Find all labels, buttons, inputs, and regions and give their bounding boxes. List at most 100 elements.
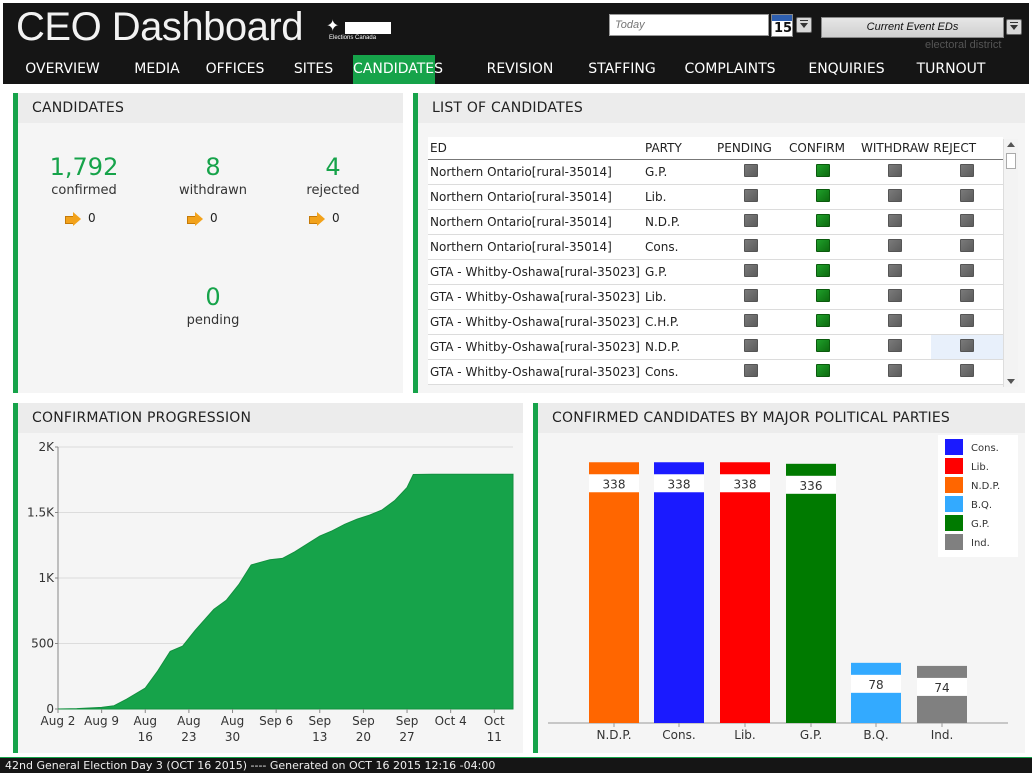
nav-complaints[interactable]: COMPLAINTS xyxy=(675,55,785,84)
table-row[interactable]: GTA - Whitby-Oshawa[rural-35023] N.D.P. xyxy=(428,334,1004,360)
confirm-cell[interactable] xyxy=(787,184,859,210)
confirm-status-icon[interactable] xyxy=(816,288,830,302)
pending-cell[interactable] xyxy=(715,284,787,310)
nav-overview[interactable]: OVERVIEW xyxy=(11,55,114,84)
reject-cell[interactable] xyxy=(931,359,1004,385)
confirm-cell[interactable] xyxy=(787,159,859,185)
scroll-thumb[interactable] xyxy=(1006,153,1016,169)
reject-cell[interactable] xyxy=(931,334,1004,360)
table-row[interactable]: GTA - Whitby-Oshawa[rural-35023] C.H.P. xyxy=(428,309,1004,335)
withdraw-status-icon[interactable] xyxy=(888,313,903,327)
nav-candidates[interactable]: CANDIDATES xyxy=(353,55,443,84)
reject-cell[interactable] xyxy=(931,309,1004,335)
confirm-status-icon[interactable] xyxy=(816,163,830,177)
pending-cell[interactable] xyxy=(715,334,787,360)
reject-cell[interactable] xyxy=(931,284,1004,310)
reject-cell[interactable] xyxy=(931,259,1004,285)
confirm-status-icon[interactable] xyxy=(816,313,830,327)
withdraw-cell[interactable] xyxy=(859,334,932,360)
confirm-cell[interactable] xyxy=(787,234,859,260)
withdraw-cell[interactable] xyxy=(859,234,932,260)
table-row[interactable]: Northern Ontario[rural-35014] Cons. xyxy=(428,234,1004,260)
column-header-pending[interactable]: PENDING xyxy=(715,137,787,160)
confirm-status-icon[interactable] xyxy=(816,263,830,277)
nav-sites[interactable]: SITES xyxy=(283,55,344,84)
withdraw-cell[interactable] xyxy=(859,159,932,185)
confirm-status-icon[interactable] xyxy=(816,188,830,202)
nav-enquiries[interactable]: ENQUIRIES xyxy=(798,55,895,84)
pending-status-icon[interactable] xyxy=(744,263,758,277)
pending-status-icon[interactable] xyxy=(744,163,758,177)
withdraw-cell[interactable] xyxy=(859,284,932,310)
reject-cell[interactable] xyxy=(931,209,1004,235)
pending-status-icon[interactable] xyxy=(744,338,758,352)
pending-status-icon[interactable] xyxy=(744,238,758,252)
pending-status-icon[interactable] xyxy=(744,313,758,327)
nav-offices[interactable]: OFFICES xyxy=(196,55,274,84)
pending-status-icon[interactable] xyxy=(744,288,758,302)
nav-staffing[interactable]: STAFFING xyxy=(576,55,668,84)
column-header-ed[interactable]: ED xyxy=(428,137,643,160)
withdraw-status-icon[interactable] xyxy=(888,363,903,377)
confirm-cell[interactable] xyxy=(787,284,859,310)
date-input[interactable] xyxy=(609,14,769,36)
reject-status-icon[interactable] xyxy=(960,363,975,377)
table-row[interactable]: GTA - Whitby-Oshawa[rural-35023] G.P. xyxy=(428,259,1004,285)
withdraw-status-icon[interactable] xyxy=(888,163,903,177)
withdraw-cell[interactable] xyxy=(859,309,932,335)
nav-revision[interactable]: REVISION xyxy=(473,55,567,84)
withdraw-status-icon[interactable] xyxy=(888,338,903,352)
pending-cell[interactable] xyxy=(715,359,787,385)
table-row[interactable]: Northern Ontario[rural-35014] N.D.P. xyxy=(428,209,1004,235)
column-header-party[interactable]: PARTY xyxy=(643,137,715,160)
reject-status-icon[interactable] xyxy=(960,313,975,327)
withdraw-cell[interactable] xyxy=(859,184,932,210)
scroll-down-icon[interactable] xyxy=(1007,379,1015,384)
column-header-withdraw[interactable]: WITHDRAW xyxy=(859,137,932,160)
reject-cell[interactable] xyxy=(931,159,1004,185)
confirm-status-icon[interactable] xyxy=(816,238,830,252)
reject-status-icon[interactable] xyxy=(960,338,975,352)
reject-cell[interactable] xyxy=(931,184,1004,210)
column-header-reject[interactable]: REJECT xyxy=(931,137,1004,160)
withdraw-status-icon[interactable] xyxy=(888,213,903,227)
withdraw-status-icon[interactable] xyxy=(888,263,903,277)
confirm-cell[interactable] xyxy=(787,259,859,285)
confirm-status-icon[interactable] xyxy=(816,363,830,377)
pending-cell[interactable] xyxy=(715,259,787,285)
pending-status-icon[interactable] xyxy=(744,188,758,202)
pending-cell[interactable] xyxy=(715,159,787,185)
event-dropdown-icon[interactable] xyxy=(1006,19,1022,35)
column-header-confirm[interactable]: CONFIRM xyxy=(787,137,859,160)
confirm-status-icon[interactable] xyxy=(816,213,830,227)
scroll-up-icon[interactable] xyxy=(1007,142,1015,147)
pending-cell[interactable] xyxy=(715,209,787,235)
confirm-status-icon[interactable] xyxy=(816,338,830,352)
reject-status-icon[interactable] xyxy=(960,288,975,302)
confirm-cell[interactable] xyxy=(787,209,859,235)
nav-media[interactable]: MEDIA xyxy=(126,55,188,84)
nav-turnout[interactable]: TURNOUT xyxy=(906,55,996,84)
table-row[interactable]: GTA - Whitby-Oshawa[rural-35023] Lib. xyxy=(428,284,1004,310)
reject-cell[interactable] xyxy=(931,234,1004,260)
confirm-cell[interactable] xyxy=(787,359,859,385)
withdraw-status-icon[interactable] xyxy=(888,238,903,252)
pending-status-icon[interactable] xyxy=(744,213,758,227)
pending-cell[interactable] xyxy=(715,309,787,335)
table-row[interactable]: Northern Ontario[rural-35014] G.P. xyxy=(428,159,1004,185)
pending-cell[interactable] xyxy=(715,184,787,210)
withdraw-status-icon[interactable] xyxy=(888,288,903,302)
confirm-cell[interactable] xyxy=(787,334,859,360)
withdraw-status-icon[interactable] xyxy=(888,188,903,202)
table-row[interactable]: Northern Ontario[rural-35014] Lib. xyxy=(428,184,1004,210)
reject-status-icon[interactable] xyxy=(960,213,975,227)
date-dropdown-icon[interactable] xyxy=(796,17,812,33)
event-select[interactable]: Current Event EDs xyxy=(821,17,1004,38)
confirm-cell[interactable] xyxy=(787,309,859,335)
table-row[interactable]: GTA - Whitby-Oshawa[rural-35023] Cons. xyxy=(428,359,1004,385)
pending-status-icon[interactable] xyxy=(744,363,758,377)
pending-cell[interactable] xyxy=(715,234,787,260)
reject-status-icon[interactable] xyxy=(960,163,975,177)
withdraw-cell[interactable] xyxy=(859,259,932,285)
withdraw-cell[interactable] xyxy=(859,209,932,235)
